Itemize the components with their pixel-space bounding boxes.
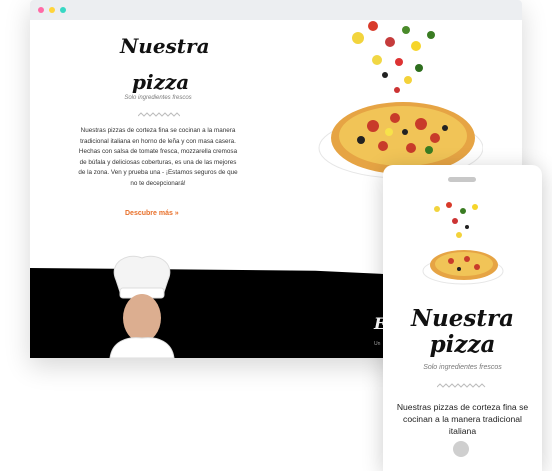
mobile-pizza-illustration — [422, 202, 504, 285]
chef-photo — [109, 255, 175, 358]
mobile-description: Nuestras pizzas de corteza fina se cocin… — [396, 402, 529, 436]
pizza-illustration — [318, 21, 483, 179]
chef-section-subtitle: Un — [374, 341, 381, 347]
mobile-wave-divider-icon — [437, 383, 486, 388]
mobile-subtitle: Solo ingredientes frescos — [423, 364, 502, 371]
window-close-dot — [38, 7, 44, 13]
phone-speaker — [448, 177, 476, 182]
hero-title-line1: Nuestra — [120, 34, 210, 58]
window-maximize-dot — [60, 7, 66, 13]
phone-home-button[interactable] — [453, 441, 469, 457]
discover-more-link[interactable]: Descubre más » — [125, 210, 179, 217]
mobile-title-line2: pizza — [429, 331, 496, 358]
hero-subtitle: Solo ingredientes frescos — [124, 95, 192, 101]
wave-divider-icon — [138, 112, 180, 117]
browser-titlebar — [30, 0, 522, 20]
hero-title-line2: pizza — [132, 70, 190, 94]
hero-description: Nuestras pizzas de corteza fina se cocin… — [78, 127, 238, 187]
mobile-mockup: Nuestra pizza Solo ingredientes frescos … — [383, 165, 542, 471]
window-minimize-dot — [49, 7, 55, 13]
mobile-title-line1: Nuestra — [411, 305, 514, 332]
